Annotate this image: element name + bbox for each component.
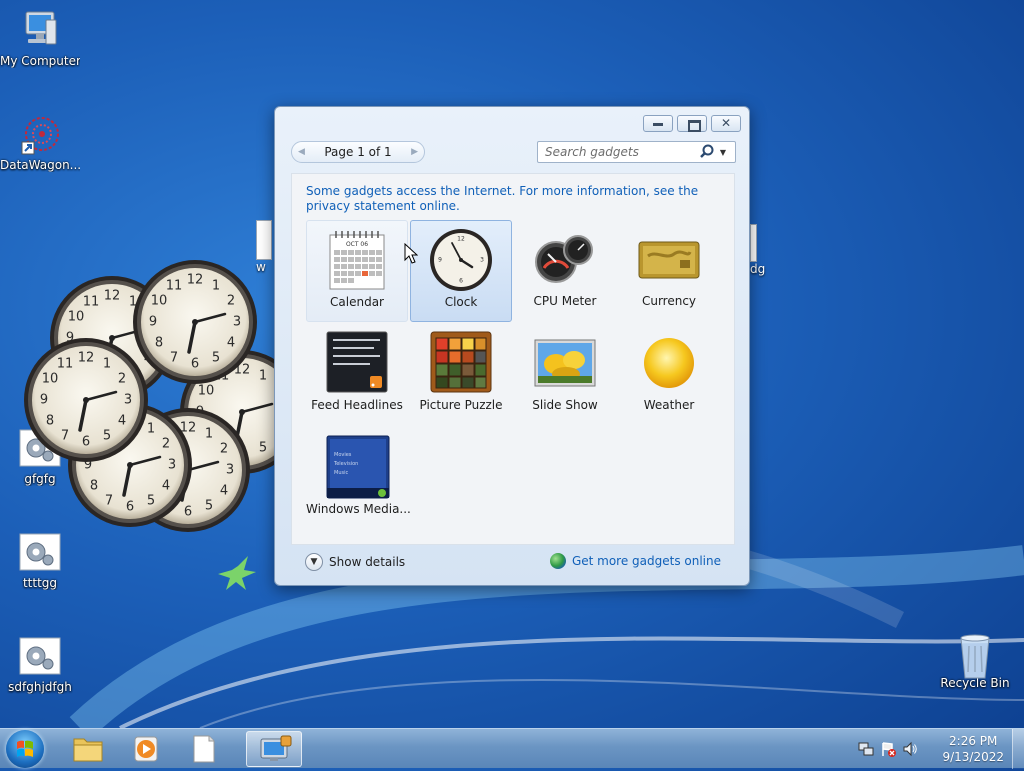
partial-icon-label: dg xyxy=(750,262,766,276)
gadget-gallery-window: ✕ ◀ Page 1 of 1 ▶ ▼ Some gadgets access … xyxy=(274,106,750,586)
slide-show-icon xyxy=(534,339,596,387)
svg-text:3: 3 xyxy=(480,257,484,264)
globe-icon xyxy=(549,553,566,569)
page-indicator: Page 1 of 1 xyxy=(324,145,392,159)
gadget-label: Clock xyxy=(444,295,478,309)
svg-text:6: 6 xyxy=(459,278,463,285)
svg-text:9: 9 xyxy=(438,257,442,264)
desktop-icon-recycle-bin[interactable]: Recycle Bin xyxy=(935,632,1015,690)
clock-gadgets[interactable]: 1212 345 678 91011 xyxy=(0,0,280,560)
gadget-item-calendar[interactable]: OCT 06 Calendar xyxy=(306,220,408,322)
windows-logo-icon xyxy=(17,740,33,757)
show-desktop-button[interactable] xyxy=(1012,729,1024,769)
gadget-label: Currency xyxy=(641,294,697,308)
clock-date: 9/13/2022 xyxy=(942,750,1004,764)
gadget-label: Windows Media... xyxy=(306,502,411,516)
get-more-gadgets-label: Get more gadgets online xyxy=(571,554,721,568)
calendar-month-label: OCT 06 xyxy=(346,241,368,248)
search-box: ▼ xyxy=(537,141,736,163)
minimize-button[interactable] xyxy=(643,115,673,132)
gadget-item-picture-puzzle[interactable]: Picture Puzzle xyxy=(410,324,512,426)
page-navigator: ◀ Page 1 of 1 ▶ xyxy=(291,141,425,163)
media-player-icon xyxy=(134,736,158,762)
gadget-list-panel: Some gadgets access the Internet. For mo… xyxy=(291,173,735,545)
search-button[interactable] xyxy=(698,143,716,161)
show-details-label: Show details xyxy=(329,555,406,569)
search-dropdown-button[interactable]: ▼ xyxy=(716,148,730,157)
cpu-meter-icon xyxy=(535,235,593,283)
chevron-left-icon: ◀ xyxy=(298,147,305,157)
close-icon: ✕ xyxy=(720,116,732,130)
gadgets-window-icon xyxy=(260,735,292,761)
gallery-footer: ▼ Show details Get more gadgets online xyxy=(291,547,735,579)
clock-gadget[interactable] xyxy=(131,258,259,386)
get-more-gadgets-link[interactable]: Get more gadgets online xyxy=(549,553,721,569)
clock-time: 2:26 PM xyxy=(949,734,998,748)
chevron-right-icon: ▶ xyxy=(411,147,418,157)
feed-headlines-icon xyxy=(326,331,388,393)
privacy-notice-link[interactable]: Some gadgets access the Internet. For mo… xyxy=(306,184,716,214)
search-input[interactable] xyxy=(543,143,698,161)
chevron-down-icon: ▼ xyxy=(305,553,323,571)
gadget-item-weather[interactable]: Weather xyxy=(618,324,720,426)
media-menu-item: Television xyxy=(333,461,358,467)
gadget-label: Picture Puzzle xyxy=(419,398,503,412)
network-icon[interactable] xyxy=(858,741,874,760)
partial-desktop-icon-right[interactable]: dg xyxy=(750,224,774,284)
show-details-button[interactable]: ▼ Show details xyxy=(305,553,405,571)
windows-media-center-icon: Movies Television Music xyxy=(326,435,390,499)
taskbar-media-player-button[interactable] xyxy=(118,731,174,767)
desktop-icon-sdfghjdfgh[interactable]: sdfghjdfgh xyxy=(0,636,80,694)
clock-icon: 12 3 6 9 xyxy=(430,229,492,291)
settings-file-icon xyxy=(19,637,61,675)
weather-icon xyxy=(644,338,694,388)
gadget-item-windows-media-center[interactable]: Movies Television Music Windows Media... xyxy=(306,428,411,530)
gadget-item-currency[interactable]: Currency xyxy=(618,220,720,322)
document-icon xyxy=(193,735,215,763)
gadget-item-slide-show[interactable]: Slide Show xyxy=(514,324,616,426)
gadget-item-clock[interactable]: 12 3 6 9 Clock xyxy=(410,220,512,322)
maximize-button[interactable] xyxy=(677,115,707,132)
desktop-icon-label: ttttgg xyxy=(22,576,58,590)
media-menu-item: Music xyxy=(334,470,348,476)
taskbar: 2:26 PM 9/13/2022 xyxy=(0,728,1024,769)
previous-page-button[interactable]: ◀ xyxy=(298,147,305,157)
gadget-label: Weather xyxy=(643,398,695,412)
gadget-label: Calendar xyxy=(330,295,384,309)
gadget-label: Slide Show xyxy=(532,398,598,412)
calendar-icon: OCT 06 xyxy=(329,231,385,290)
taskbar-document-button[interactable] xyxy=(176,731,232,767)
gadget-label: Feed Headlines xyxy=(311,398,403,412)
mouse-cursor-icon xyxy=(404,243,418,264)
system-tray: 2:26 PM 9/13/2022 xyxy=(854,729,1024,769)
gadget-item-cpu-meter[interactable]: CPU Meter xyxy=(514,220,616,322)
gadget-item-feed-headlines[interactable]: Feed Headlines xyxy=(306,324,408,426)
start-button[interactable] xyxy=(6,730,44,768)
taskbar-clock[interactable]: 2:26 PM 9/13/2022 xyxy=(942,733,1004,765)
action-center-flag-icon[interactable] xyxy=(880,741,896,760)
gadget-label: CPU Meter xyxy=(533,294,597,308)
media-menu-item: Movies xyxy=(334,452,352,458)
folder-icon xyxy=(73,738,103,762)
currency-icon xyxy=(638,241,700,279)
next-page-button[interactable]: ▶ xyxy=(411,147,418,157)
recycle-bin-icon xyxy=(960,634,990,679)
document-icon xyxy=(750,224,757,262)
picture-puzzle-icon xyxy=(430,331,492,393)
close-button[interactable]: ✕ xyxy=(711,115,741,132)
chevron-down-icon: ▼ xyxy=(719,147,727,157)
clock-gadget[interactable] xyxy=(22,336,150,464)
taskbar-explorer-button[interactable] xyxy=(60,731,116,767)
window-controls: ✕ xyxy=(643,115,741,132)
desktop-icon-label: sdfghjdfgh xyxy=(8,680,72,694)
taskbar-gadgets-button[interactable] xyxy=(246,731,302,767)
volume-icon[interactable] xyxy=(902,741,918,760)
search-icon xyxy=(700,144,714,158)
svg-text:12: 12 xyxy=(457,236,465,243)
